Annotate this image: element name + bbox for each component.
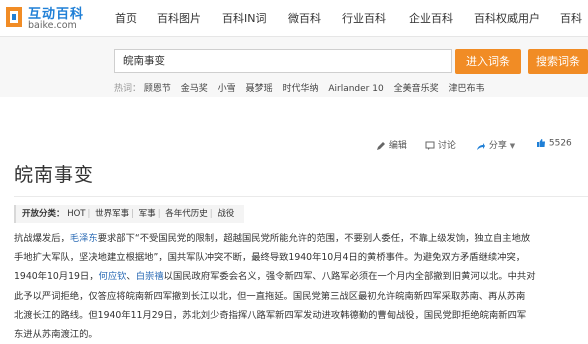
discuss-button[interactable]: 讨论 — [425, 138, 456, 151]
title-divider — [14, 196, 588, 197]
logo-mark-icon — [6, 7, 22, 27]
person-link[interactable]: 白崇禧 — [136, 271, 164, 282]
hot-word[interactable]: 聂梦瑶 — [246, 84, 273, 94]
edit-label: 编辑 — [388, 141, 407, 151]
text-segment: 要求部下“不受国民党的限制，超越国民党所能允许的范围，不要别人委任，不靠上级发饷… — [97, 233, 531, 244]
separator: | — [87, 209, 91, 219]
nav-industry[interactable]: 行业百科 — [342, 10, 386, 26]
text-line: 此予以严词拒绝，仅答应将皖南新四军撤到长江以北，但一直拖延。国民党第三战区最初允… — [14, 287, 588, 306]
search-band: 皖南事变 进入词条 搜索词条 热词： 顾恩节 金马奖 小雪 聂梦瑶 时代华纳 A… — [0, 37, 588, 97]
text-line: 1940年10月19日，何应钦、白崇禧以国民政府军委会名义，强令新四军、八路军必… — [14, 267, 588, 286]
category-tag[interactable]: 各年代历史 — [165, 209, 208, 219]
person-link[interactable]: 毛泽东 — [70, 233, 98, 244]
text-line: 东进从苏南渡江的。 — [14, 325, 588, 344]
nav-micro-baike[interactable]: 微百科 — [288, 10, 321, 26]
separator: | — [209, 209, 213, 219]
nav-home[interactable]: 首页 — [115, 10, 137, 26]
text-segment: 以国民政府军委会名义，强令新四军、八路军必须在一个月内全部撤到旧黄河以北。中共对 — [163, 271, 536, 283]
top-navigation: 互动百科 baike.com 首页 百科图片 百科IN词 微百科 行业百科 企业… — [0, 0, 588, 37]
page-title: 皖南事变 — [14, 164, 95, 186]
search-input[interactable]: 皖南事变 — [114, 49, 452, 73]
share-label: 分享 — [488, 141, 507, 151]
nav-images[interactable]: 百科图片 — [157, 10, 201, 26]
nav-enterprise[interactable]: 企业百科 — [409, 10, 453, 26]
text-segment: 、 — [126, 271, 136, 283]
search-entry-button[interactable]: 搜索词条 — [528, 49, 588, 74]
person-link[interactable]: 何应钦 — [99, 271, 127, 282]
separator: | — [131, 209, 134, 219]
pencil-icon — [377, 141, 385, 150]
text-segment: 抗战爆发后， — [14, 233, 70, 244]
chevron-down-icon: ▼ — [509, 142, 516, 150]
hot-word[interactable]: 顾恩节 — [144, 84, 171, 94]
text-segment: 手地扩大军队，坚决地建立根据地”，国共军队冲突不断，最终导致1940年10月4日… — [14, 252, 526, 264]
hot-word[interactable]: 全美音乐奖 — [394, 84, 439, 94]
open-categories: 开放分类： HOT | 世界军事 | 军事 | 各年代历史 | 战役 — [14, 205, 244, 223]
edit-button[interactable]: 编辑 — [376, 138, 407, 151]
hot-words-label: 热词： — [114, 84, 142, 94]
nav-authority-users[interactable]: 百科权威用户 — [474, 10, 540, 26]
hot-word[interactable]: Airlander 10 — [328, 84, 383, 94]
text-line: 手地扩大军队，坚决地建立根据地”，国共军队冲突不断，最终导致1940年10月4日… — [14, 248, 588, 267]
hot-word[interactable]: 小雪 — [218, 84, 236, 94]
share-icon — [477, 142, 485, 150]
category-tag[interactable]: 军事 — [139, 209, 156, 219]
category-tag[interactable]: HOT — [67, 209, 85, 219]
hot-words: 热词： 顾恩节 金马奖 小雪 聂梦瑶 时代华纳 Airlander 10 全美音… — [114, 81, 491, 94]
separator: | — [157, 209, 161, 219]
nav-in-words[interactable]: 百科IN词 — [222, 10, 266, 26]
thumbs-up-icon — [537, 139, 545, 147]
text-line: 抗战爆发后，毛泽东要求部下“不受国民党的限制，超越国民党所能允许的范围，不要别人… — [14, 229, 588, 248]
enter-entry-button[interactable]: 进入词条 — [455, 49, 521, 74]
hot-word[interactable]: 金马奖 — [181, 84, 208, 94]
article-paragraph: 抗战爆发后，毛泽东要求部下“不受国民党的限制，超越国民党所能允许的范围，不要别人… — [14, 229, 588, 344]
category-tag[interactable]: 战役 — [217, 209, 234, 219]
nav-more[interactable]: 百科 — [560, 10, 582, 26]
category-tag[interactable]: 世界军事 — [95, 209, 129, 219]
like-count: 5526 — [548, 138, 572, 149]
logo[interactable]: 互动百科 baike.com — [4, 3, 94, 33]
hot-word[interactable]: 时代华纳 — [282, 84, 318, 94]
share-button[interactable]: 分享 ▼ — [476, 138, 515, 151]
text-segment: 东进从苏南渡江的。 — [14, 328, 98, 340]
text-segment: 此予以严词拒绝，仅答应将皖南新四军撤到长江以北，但一直拖延。国民党第三战区最初允… — [14, 290, 526, 302]
text-line: 北渡长江的路线。但1940年11月29日，苏北刘少奇指挥八路军新四军发动进攻韩德… — [14, 306, 588, 325]
discuss-label: 讨论 — [437, 141, 456, 151]
hot-word[interactable]: 津巴布韦 — [448, 84, 484, 94]
like-button[interactable]: 5526 — [536, 138, 572, 149]
text-segment: 北渡长江的路线。但1940年11月29日，苏北刘少奇指挥八路军新四军发动进攻韩德… — [14, 309, 527, 321]
logo-url: baike.com — [28, 20, 77, 31]
categories-label: 开放分类： — [22, 209, 65, 219]
comment-icon — [425, 141, 435, 150]
text-segment: 1940年10月19日， — [14, 271, 99, 283]
